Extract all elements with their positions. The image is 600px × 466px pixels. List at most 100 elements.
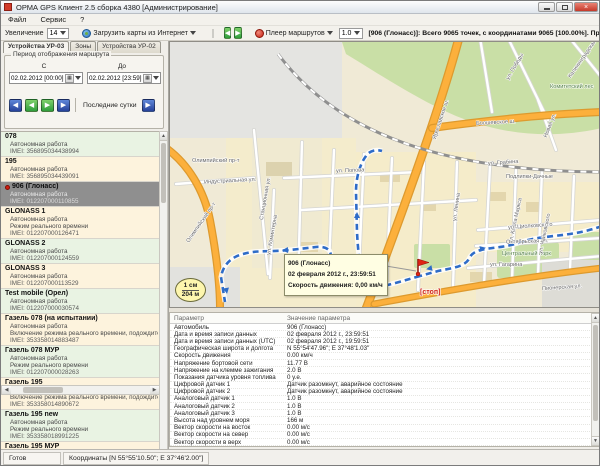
status-bar: Готов Координаты [N 55°55'10.50"; E 37°4…	[1, 449, 600, 466]
param-value: 11.77 В	[287, 360, 308, 367]
list-item[interactable]: Газель 195 new Автономная работа Режим р…	[1, 410, 160, 442]
point-tooltip: 906 (Глонасс) 02 февраля 2012 г., 23:59:…	[284, 254, 388, 296]
route-period-title: Период отображения маршрута	[11, 51, 111, 58]
scroll-thumb[interactable]	[161, 143, 166, 203]
device-imei: IMEI: 012207000126471	[5, 230, 158, 237]
list-item[interactable]: Test mobile (Орел) Автономная работа IME…	[1, 289, 160, 314]
param-value: 0.00 м/с	[287, 439, 310, 446]
scroll-up-icon[interactable]: ▲	[160, 132, 167, 141]
svg-text:ул. Попова: ул. Попова	[336, 167, 365, 174]
app-window: ОРМА GPS Клиент 2.5 сборка 4380 [Админис…	[0, 0, 600, 466]
route-player-button[interactable]: Плеер маршрутов	[252, 27, 336, 39]
date-to-value: 02.02.2012 [23:59]	[89, 75, 142, 82]
list-item[interactable]: 195 Автономная работа IMEI: 356895034439…	[1, 157, 160, 182]
next-point-button[interactable]: ▶	[234, 27, 241, 39]
left-panel: Устройства УР-03 Зоны Устройства УР-02 П…	[1, 41, 169, 449]
param-value: Датчик разомкнут, аварийное состояние	[287, 388, 403, 395]
param-value: 02 февраля 2012 г., 23:59:51	[287, 331, 369, 338]
scroll-thumb[interactable]	[593, 325, 598, 421]
toolbar: Увеличение 14 Загрузить карты из Интерне…	[1, 26, 600, 41]
param-value: 1.0 В	[287, 410, 301, 417]
calendar-icon[interactable]: ▦	[65, 74, 74, 83]
device-list-hscrollbar[interactable]: ◀ ▶	[1, 385, 160, 395]
device-imei: IMEI: 012207000113529	[5, 280, 158, 287]
first-interval-button[interactable]: ◀	[9, 99, 22, 112]
last-day-button[interactable]: ▶	[142, 99, 155, 112]
device-name: Газель 078 МУР	[5, 347, 158, 355]
device-status: Автономная работа	[5, 141, 158, 148]
load-maps-button[interactable]: Загрузить карты из Интернет	[79, 27, 199, 39]
menu-service[interactable]: Сервис	[40, 15, 66, 24]
param-value: 906 (Глонасс)	[287, 324, 326, 331]
param-value: N 55°54'47.96"; E 37°48'1.03"	[287, 345, 369, 352]
scroll-thumb[interactable]	[23, 387, 63, 393]
calendar-icon[interactable]: ▦	[143, 74, 152, 83]
menu-file[interactable]: Файл	[8, 15, 26, 24]
device-status: Автономная работа	[5, 191, 158, 198]
param-name: Высота над уровнем моря	[170, 417, 287, 424]
list-item[interactable]: GLONASS 2 Автономная работа IMEI: 012207…	[1, 239, 160, 264]
next-interval-button[interactable]: ▶	[41, 99, 54, 112]
list-item[interactable]: Газель 078 МУР Автономная работа Режим р…	[1, 346, 160, 378]
device-list: 078 Автономная работа IMEI: 356895034438…	[1, 131, 160, 465]
device-status: Режим реального времени	[5, 426, 158, 433]
close-button[interactable]: ×	[574, 2, 598, 12]
prev-point-button[interactable]: ◀	[224, 27, 231, 39]
device-name: Газель 195 new	[5, 411, 158, 419]
scroll-left-icon[interactable]: ◀	[2, 386, 11, 394]
param-name: Автомобиль	[170, 324, 287, 331]
list-item[interactable]: GLONASS 3 Автономная работа IMEI: 012207…	[1, 264, 160, 289]
device-status: Автономная работа	[5, 298, 158, 305]
device-imei: IMEI: 353358014883487	[5, 337, 158, 344]
scroll-down-icon[interactable]: ▼	[592, 436, 599, 445]
zoom-value: 14	[50, 30, 58, 37]
menu-bar: Файл Сервис ?	[1, 14, 600, 26]
prev-interval-button[interactable]: ◀	[25, 99, 38, 112]
param-name: Показания датчика уровня топлива	[170, 374, 287, 381]
device-status: Автономная работа	[5, 323, 158, 330]
header-param: Параметр	[170, 315, 287, 322]
list-item-selected[interactable]: 906 (Глонасс) Автономная работа IMEI: 01…	[1, 182, 160, 207]
param-name: Вектор скорости на восток	[170, 424, 287, 431]
globe-icon	[82, 29, 91, 38]
chevron-down-icon	[354, 31, 360, 35]
device-name: GLONASS 2	[5, 240, 158, 248]
maximize-button[interactable]	[556, 2, 573, 12]
param-name: Вектор скорости на север	[170, 431, 287, 438]
device-status: Автономная работа	[5, 355, 158, 362]
map-view[interactable]: Олимпийский пр-т Олимпийский пр-т Индуст…	[169, 41, 600, 308]
scroll-right-icon[interactable]: ▶	[150, 386, 159, 394]
device-name: 906 (Глонасс)	[5, 183, 158, 191]
list-item[interactable]: 078 Автономная работа IMEI: 356895034438…	[1, 132, 160, 157]
maximize-icon	[562, 5, 568, 10]
last-interval-button[interactable]: ▶	[57, 99, 70, 112]
record-icon	[255, 29, 264, 38]
param-value: 02 февраля 2012 г., 19:59:51	[287, 338, 369, 345]
status-coordinates: Координаты [N 55°55'10.50"; E 37°46'2.00…	[63, 452, 209, 465]
device-imei: IMEI: 012207000110855	[5, 198, 158, 205]
param-name: Скорость движения	[170, 352, 287, 359]
date-to-field[interactable]: 02.02.2012 [23:59] ▦	[87, 72, 161, 84]
minimize-button[interactable]	[538, 2, 555, 12]
table-scrollbar[interactable]: ▲ ▼	[591, 313, 600, 446]
chevron-down-icon	[153, 76, 159, 80]
player-speed-combo[interactable]: 1.0	[339, 28, 364, 39]
last-day-label[interactable]: Последние сутки	[81, 102, 139, 109]
menu-help[interactable]: ?	[80, 15, 84, 24]
header-value: Значение параметра	[287, 315, 350, 322]
list-item[interactable]: Газель 078 (на испытании) Автономная раб…	[1, 314, 160, 346]
device-name: GLONASS 1	[5, 208, 158, 216]
selected-dot-icon	[5, 185, 10, 190]
scroll-up-icon[interactable]: ▲	[592, 314, 599, 323]
list-item[interactable]: GLONASS 1 Автономная работа Режим реальн…	[1, 207, 160, 239]
chevron-down-icon	[327, 31, 333, 35]
zoom-combo[interactable]: 14	[47, 28, 70, 39]
device-imei: IMEI: 356895034439091	[5, 173, 158, 180]
svg-text:Олимпийский пр-т: Олимпийский пр-т	[192, 157, 240, 164]
param-value: 0.00 м/с	[287, 431, 310, 438]
date-from-field[interactable]: 02.02.2012 [00:00] ▦	[9, 72, 83, 84]
device-list-scrollbar[interactable]: ▲ ▼	[159, 131, 168, 465]
map-cache-icon[interactable]	[212, 29, 214, 38]
param-value: 1.0 В	[287, 395, 301, 402]
device-name: Газель 078 (на испытании)	[5, 315, 158, 323]
